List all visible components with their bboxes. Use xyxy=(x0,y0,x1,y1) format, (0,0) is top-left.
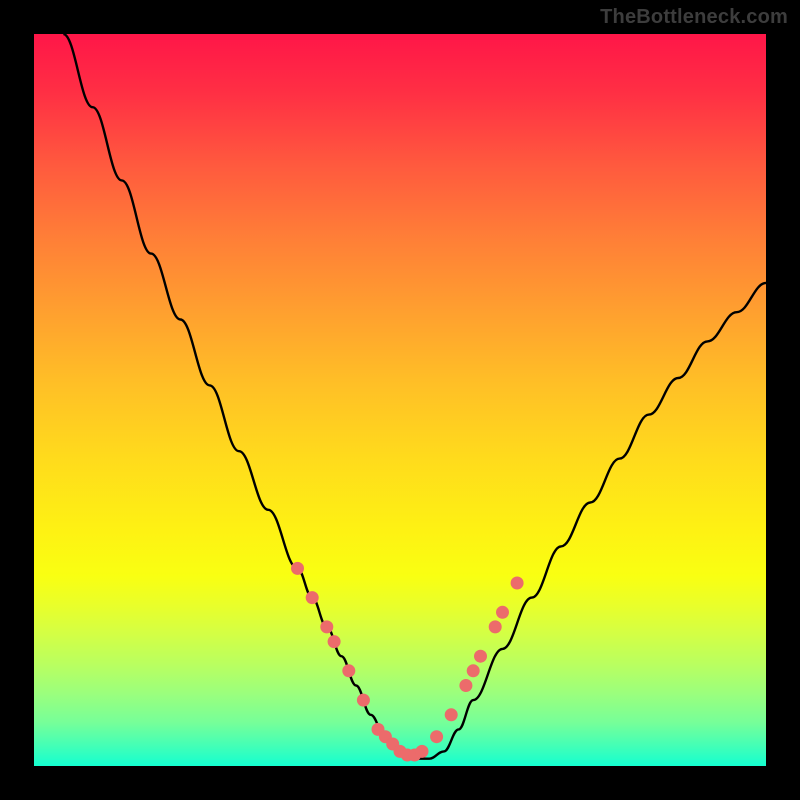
curve-marker xyxy=(511,577,524,590)
marker-layer xyxy=(291,562,524,762)
curve-marker xyxy=(357,694,370,707)
curve-marker xyxy=(459,679,472,692)
curve-marker xyxy=(416,745,429,758)
plot-area xyxy=(34,34,766,766)
curve-marker xyxy=(291,562,304,575)
branding-watermark: TheBottleneck.com xyxy=(600,6,788,29)
chart-frame: TheBottleneck.com xyxy=(0,0,800,800)
curve-marker xyxy=(328,635,341,648)
curve-marker xyxy=(474,650,487,663)
curve-marker xyxy=(467,664,480,677)
curve-marker xyxy=(496,606,509,619)
curve-marker xyxy=(445,708,458,721)
curve-marker xyxy=(489,620,502,633)
curve-marker xyxy=(430,730,443,743)
curve-layer xyxy=(63,34,766,759)
bottleneck-curve-svg xyxy=(34,34,766,766)
bottleneck-curve xyxy=(63,34,766,759)
curve-marker xyxy=(306,591,319,604)
curve-marker xyxy=(320,620,333,633)
curve-marker xyxy=(342,664,355,677)
